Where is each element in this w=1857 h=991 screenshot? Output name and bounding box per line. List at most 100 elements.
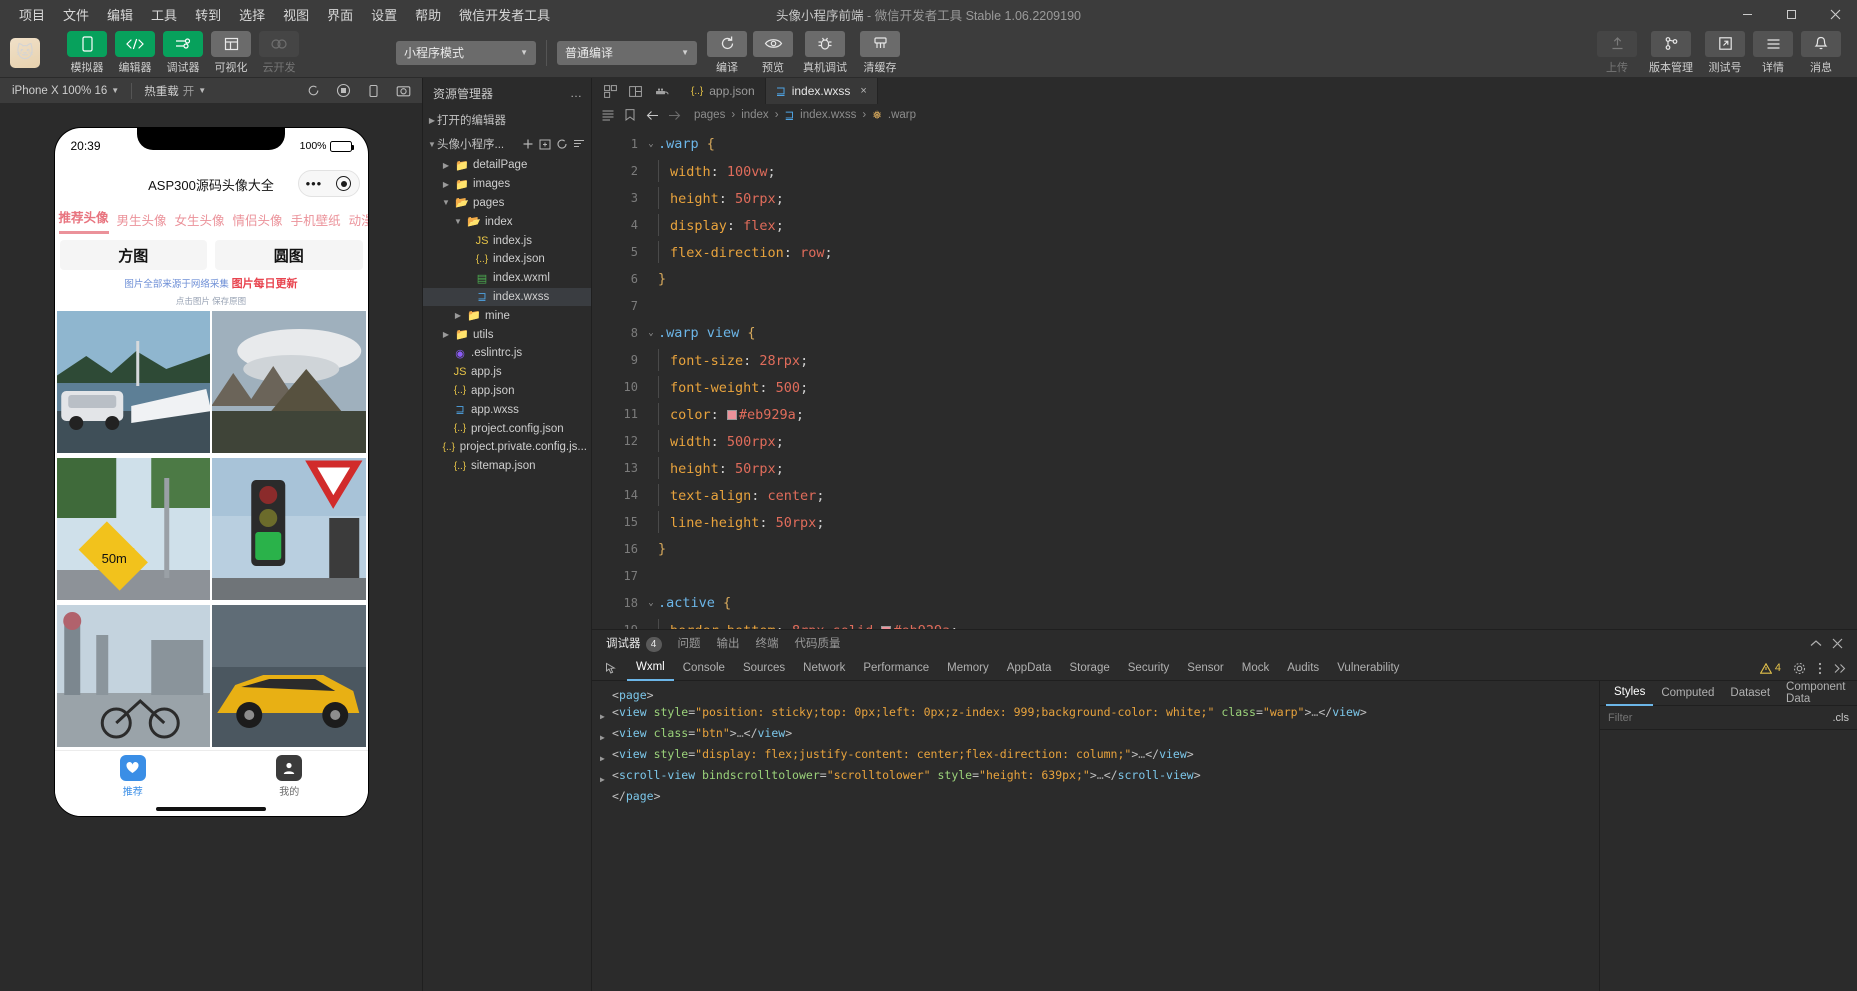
menu-item-wechat-devtools[interactable]: 微信开发者工具 [450,1,559,28]
close-icon[interactable] [1813,0,1857,28]
devtools-inspect-button[interactable] [596,656,627,681]
kebab-icon[interactable] [1818,662,1822,675]
warning-indicator[interactable]: 4 [1760,662,1781,674]
toolbar-debugger[interactable]: 调试器 [162,31,204,75]
toolbar-simulator[interactable]: 模拟器 [66,31,108,75]
split-editor-icon[interactable] [629,85,642,98]
menu-item-file[interactable]: 文件 [54,1,98,28]
category-tab-female[interactable]: 女生头像 [175,210,225,234]
extensions-icon[interactable] [604,85,617,98]
devtools-tab-problems[interactable]: 问题 [678,635,701,651]
code-editor[interactable]: 1⌄.warp {2width: 100vw;3height: 50rpx;4d… [592,126,1857,629]
devtools-subtab-sensor[interactable]: Sensor [1178,656,1232,681]
bookmark-icon[interactable] [622,109,638,121]
gear-icon[interactable] [1793,662,1806,675]
shape-button-square[interactable]: 方图 [60,240,208,270]
wxml-node[interactable]: ▶<view style="position: sticky;top: 0px;… [600,704,1599,725]
tree-item-app-wxss[interactable]: ⊒ app.wxss [423,400,591,419]
messages-button[interactable]: 消息 [1799,31,1843,75]
ellipsis-icon[interactable]: … [570,86,583,100]
wxml-node[interactable]: ▶<view class="btn">…</view> [600,725,1599,746]
hot-reload-select[interactable]: 热重载 开 ▼ [132,78,218,104]
back-icon[interactable] [644,110,660,121]
open-editors-section[interactable]: ▶ 打开的编辑器 [423,108,591,132]
device-select[interactable]: iPhone X 100% 16 ▼ [0,78,131,104]
devtools-tab-debugger[interactable]: 调试器4 [606,635,662,652]
category-tab-couple[interactable]: 情侣头像 [233,210,283,234]
devtools-subtab-wxml[interactable]: Wxml [627,656,674,681]
breadcrumb-symbol[interactable]: .warp [888,109,916,121]
close-icon[interactable]: × [860,85,866,97]
menu-item-view[interactable]: 视图 [274,1,318,28]
menu-item-tools[interactable]: 工具 [142,1,186,28]
close-icon[interactable] [1832,638,1843,649]
capsule-close-icon[interactable] [336,176,351,191]
menu-item-select[interactable]: 选择 [230,1,274,28]
devtools-subtab-network[interactable]: Network [794,656,854,681]
tree-item-app-js[interactable]: JS app.js [423,363,591,382]
rotate-icon[interactable] [360,80,386,102]
tree-item-index-wxml[interactable]: ▤ index.wxml [423,269,591,288]
collapse-icon[interactable] [573,138,585,150]
breadcrumb-index[interactable]: index [741,109,769,121]
category-tab-anime[interactable]: 动漫头像 [349,210,368,234]
wxml-node[interactable]: ▶<view style="display: flex;justify-cont… [600,746,1599,767]
styles-tab-dataset[interactable]: Dataset [1722,681,1778,706]
grid-item[interactable] [57,605,211,747]
grid-item[interactable] [212,458,366,600]
project-root-section[interactable]: ▼ 头像小程序... [423,132,591,156]
menu-item-settings[interactable]: 设置 [362,1,406,28]
devtools-subtab-vulnerability[interactable]: Vulnerability [1328,656,1408,681]
new-file-icon[interactable] [522,138,534,150]
expand-triangle-icon[interactable]: ▶ [600,746,609,767]
capsule-more-icon[interactable]: ••• [306,177,323,190]
refresh-icon[interactable] [300,80,326,102]
menu-item-help[interactable]: 帮助 [406,1,450,28]
expand-triangle-icon[interactable]: ▶ [600,767,609,788]
tree-item-eslintrc[interactable]: ◉ .eslintrc.js [423,344,591,363]
mode-select[interactable]: 小程序模式 ▼ [396,41,536,65]
devtools-subtab-audits[interactable]: Audits [1278,656,1328,681]
expand-triangle-icon[interactable]: ▶ [600,725,609,746]
wxml-node[interactable]: ▶<scroll-view bindscrolltolower="scrollt… [600,767,1599,788]
editor-tab-app-json[interactable]: {..} app.json [681,78,766,104]
styles-tab-component-data[interactable]: Component Data [1778,681,1857,706]
styles-tab-computed[interactable]: Computed [1653,681,1722,706]
wxml-node[interactable]: <page> [600,687,1599,704]
tree-item-app-json[interactable]: {..} app.json [423,382,591,401]
outline-icon[interactable] [600,110,616,121]
category-tab-recommended[interactable]: 推荐头像 [59,207,109,234]
devtools-subtab-mock[interactable]: Mock [1233,656,1278,681]
wxml-inspector-tree[interactable]: <page>▶<view style="position: sticky;top… [592,681,1599,991]
fold-chevron-icon[interactable]: ⌄ [644,139,658,149]
menu-item-goto[interactable]: 转到 [186,1,230,28]
menu-item-interface[interactable]: 界面 [318,1,362,28]
editor-tab-index-wxss[interactable]: ⊒ index.wxss × [766,78,878,104]
devtools-tab-terminal[interactable]: 终端 [756,635,779,651]
refresh-icon[interactable] [556,138,568,150]
test-account-button[interactable]: 测试号 [1703,31,1747,75]
devtools-tab-output[interactable]: 输出 [717,635,740,651]
devtools-subtab-storage[interactable]: Storage [1060,656,1118,681]
menu-item-project[interactable]: 项目 [10,1,54,28]
devtools-subtab-console[interactable]: Console [674,656,734,681]
tree-item-project-private-config[interactable]: {..} project.private.config.js... [423,438,591,457]
tree-item-images[interactable]: ▶ 📁 images [423,175,591,194]
wechat-capsule[interactable]: ••• [298,170,360,197]
toolbar-visualize[interactable]: 可视化 [210,31,252,75]
shape-button-round[interactable]: 圆图 [215,240,363,270]
real-device-debug-button[interactable]: 真机调试 [797,31,853,75]
styles-filter-input[interactable] [1608,712,1758,724]
devtools-subtab-appdata[interactable]: AppData [998,656,1061,681]
toolbar-editor[interactable]: 编辑器 [114,31,156,75]
devtools-subtab-performance[interactable]: Performance [854,656,938,681]
devtools-subtab-sources[interactable]: Sources [734,656,794,681]
chevron-up-icon[interactable] [1810,639,1822,648]
tree-item-index-wxss[interactable]: ⊒ index.wxss [423,288,591,307]
tree-item-mine[interactable]: ▶ 📁 mine [423,306,591,325]
menu-item-edit[interactable]: 编辑 [98,1,142,28]
tree-item-index-json[interactable]: {..} index.json [423,250,591,269]
expand-triangle-icon[interactable]: ▶ [600,704,609,725]
devtools-subtab-security[interactable]: Security [1119,656,1179,681]
wxml-node[interactable]: </page> [600,788,1599,805]
